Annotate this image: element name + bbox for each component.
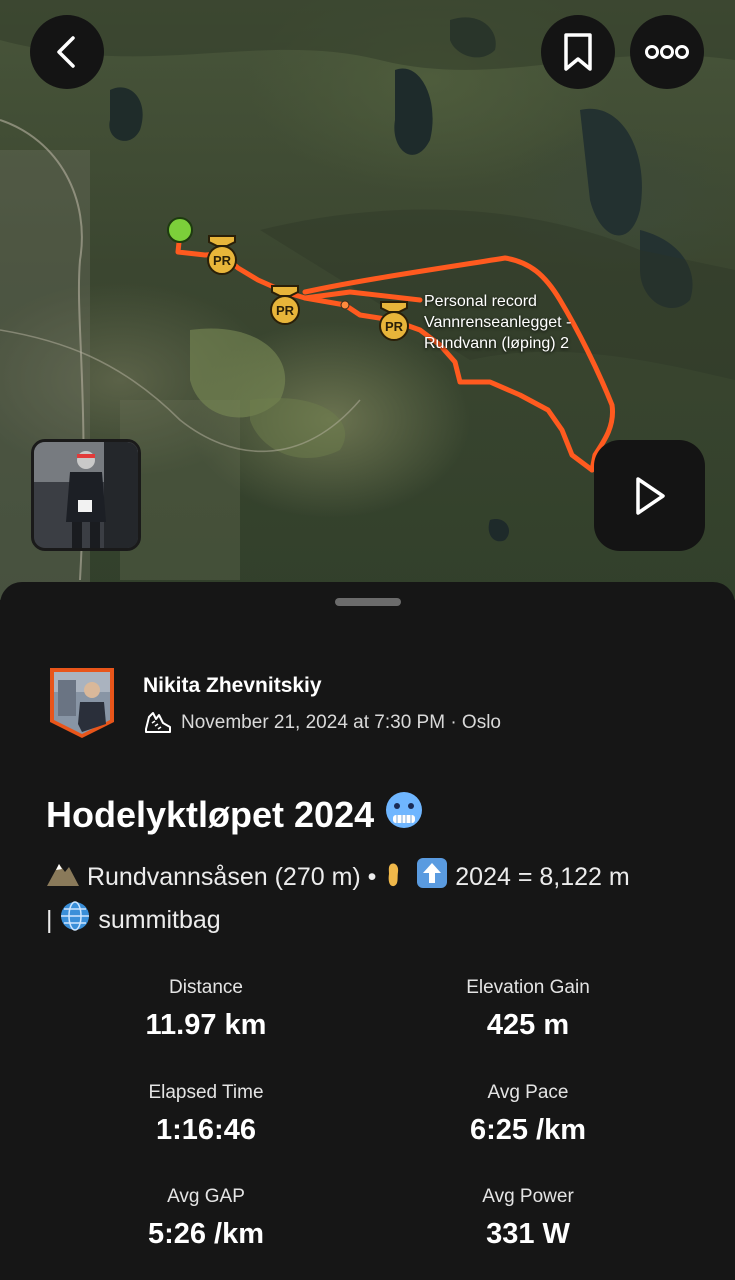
stat-value: 6:25 /km	[469, 1114, 587, 1146]
stat-label: Distance	[169, 977, 243, 998]
stat-distance: Distance 11.97 km	[56, 977, 356, 1042]
stat-label: Elevation Gain	[466, 977, 590, 998]
bookmark-icon	[564, 33, 592, 71]
runner-photo	[34, 442, 138, 548]
segment-label-line: Rundvann (løping) 2	[424, 335, 569, 352]
more-dots-icon	[645, 45, 689, 59]
activity-photo-thumbnail[interactable]	[31, 439, 141, 551]
svg-text:PR: PR	[385, 319, 404, 334]
segment-label-line: Personal record	[424, 293, 537, 310]
stat-value: 331 W	[486, 1218, 570, 1250]
globe-emoji	[59, 900, 91, 943]
activity-title: Hodelyktløpet 2024	[46, 790, 424, 839]
activity-title-text: Hodelyktløpet 2024	[46, 793, 375, 835]
stat-value: 11.97 km	[145, 1009, 267, 1041]
bookmark-button[interactable]	[541, 15, 615, 89]
activity-details-sheet: Nikita Zhevnitskiy November 21, 2024 at …	[0, 582, 735, 1280]
cold-face-emoji	[384, 790, 424, 839]
route-map[interactable]: PR PR PR Personal record Vannrenseanlegg…	[0, 0, 735, 600]
stat-value: 425 m	[486, 1009, 570, 1041]
activity-meta: November 21, 2024 at 7:30 PM · Oslo	[143, 709, 501, 737]
play-flyover-button[interactable]	[594, 440, 705, 551]
drag-handle[interactable]	[335, 598, 401, 606]
segment-label: Personal record Vannrenseanlegget - Rund…	[424, 291, 571, 354]
description-tag: summitbag	[98, 906, 221, 935]
stat-avg-power: Avg Power 331 W	[378, 1186, 678, 1251]
stat-avg-pace: Avg Pace 6:25 /km	[378, 1082, 678, 1147]
athlete-avatar[interactable]	[48, 666, 116, 740]
running-shoe-icon	[145, 712, 171, 733]
stat-value: 1:16:46	[156, 1114, 256, 1146]
stat-label: Avg Pace	[487, 1082, 569, 1103]
athlete-name[interactable]: Nikita Zhevnitskiy	[143, 674, 322, 698]
svg-text:PR: PR	[213, 253, 232, 268]
yearly-elevation-total: 2024 = 8,122 m	[455, 863, 630, 892]
start-marker	[167, 217, 193, 243]
pr-badge-icon[interactable]: PR	[375, 300, 413, 342]
stat-label: Avg Power	[482, 1186, 574, 1207]
foot-emoji	[383, 858, 409, 899]
stat-label: Avg GAP	[167, 1186, 245, 1207]
stat-elapsed-time: Elapsed Time 1:16:46	[56, 1082, 356, 1147]
activity-datetime-location: November 21, 2024 at 7:30 PM · Oslo	[181, 712, 501, 733]
back-button[interactable]	[30, 15, 104, 89]
chevron-left-icon	[57, 36, 75, 68]
separator: |	[46, 906, 53, 935]
stat-elevation-gain: Elevation Gain 425 m	[378, 977, 678, 1042]
segment-label-line: Vannrenseanlegget -	[424, 314, 572, 331]
summit-name: Rundvannsåsen (270 m) •	[86, 863, 377, 892]
mountain-emoji	[46, 858, 80, 899]
stat-avg-gap: Avg GAP 5:26 /km	[56, 1186, 356, 1251]
pr-badge-icon[interactable]: PR	[266, 284, 304, 326]
play-icon	[635, 476, 665, 515]
more-options-button[interactable]	[630, 15, 704, 89]
stat-label: Elapsed Time	[148, 1082, 264, 1103]
svg-text:PR: PR	[276, 303, 295, 318]
stat-value: 5:26 /km	[147, 1218, 265, 1250]
up-arrow-emoji	[416, 857, 448, 900]
pr-badge-icon[interactable]: PR	[203, 234, 241, 276]
activity-description: Rundvannsåsen (270 m) • 2024 = 8,122 m |…	[46, 857, 696, 943]
